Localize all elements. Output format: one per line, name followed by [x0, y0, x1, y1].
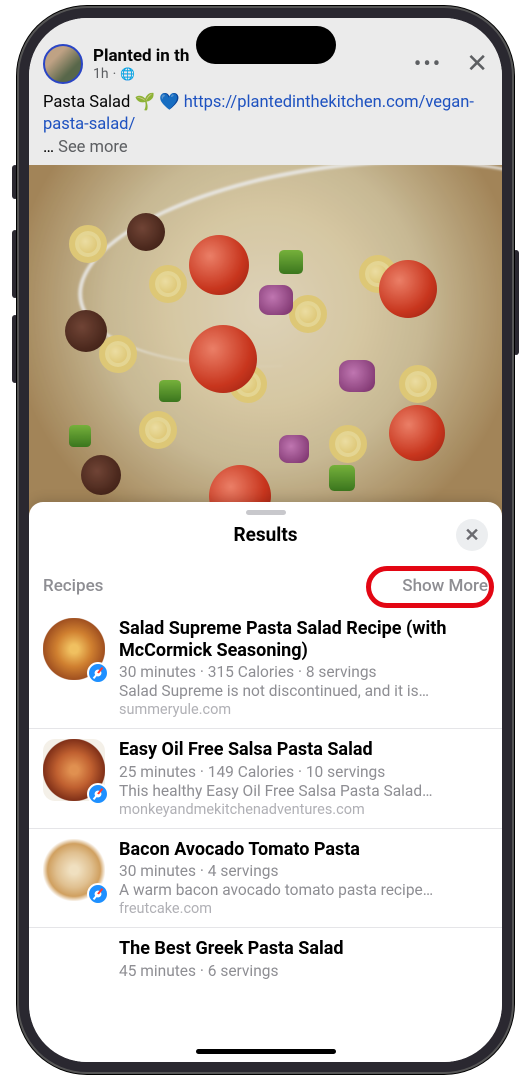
sheet-grabber[interactable] — [246, 510, 286, 515]
privacy-globe-icon: 🌐 — [120, 67, 135, 81]
result-domain: freutcake.com — [119, 900, 488, 917]
result-domain: monkeyandmekitchenadventures.com — [119, 801, 488, 818]
result-title: Bacon Avocado Tomato Pasta — [119, 839, 488, 861]
leaf-emoji: 🌱 — [134, 92, 155, 114]
sheet-close-button[interactable]: ✕ — [456, 519, 488, 551]
close-icon[interactable]: ✕ — [460, 49, 488, 79]
safari-icon — [87, 783, 109, 805]
post-body: Pasta Salad 🌱 💙 https://plantedinthekitc… — [29, 92, 502, 165]
result-item[interactable]: Easy Oil Free Salsa Pasta Salad 25 minut… — [29, 728, 502, 828]
avatar[interactable] — [43, 44, 83, 84]
result-meta: 30 minutes · 4 servings — [119, 862, 488, 880]
result-title: Easy Oil Free Salsa Pasta Salad — [119, 739, 488, 761]
result-title: Salad Supreme Pasta Salad Recipe (with M… — [119, 618, 488, 661]
result-meta: 30 minutes · 315 Calories · 8 servings — [119, 663, 488, 681]
see-more-link[interactable]: See more — [58, 138, 127, 157]
result-desc: A warm bacon avocado tomato pasta recipe… — [119, 881, 488, 899]
heart-emoji: 💙 — [159, 92, 180, 114]
phone-screen: Planted in th 1h · 🌐 ••• ✕ Pasta Salad 🌱… — [29, 18, 502, 1062]
more-options-icon[interactable]: ••• — [406, 52, 450, 77]
result-item[interactable]: Salad Supreme Pasta Salad Recipe (with M… — [29, 608, 502, 728]
post-image[interactable] — [29, 165, 502, 521]
section-label-recipes: Recipes — [43, 576, 103, 596]
post-text: Pasta Salad — [43, 93, 130, 112]
facebook-post: Planted in th 1h · 🌐 ••• ✕ Pasta Salad 🌱… — [29, 18, 502, 538]
show-more-link[interactable]: Show More — [402, 576, 488, 596]
result-meta: 25 minutes · 149 Calories · 10 servings — [119, 763, 488, 781]
results-list: Salad Supreme Pasta Salad Recipe (with M… — [29, 608, 502, 1010]
result-meta: 45 minutes · 6 servings — [119, 962, 488, 980]
result-item[interactable]: Bacon Avocado Tomato Pasta 30 minutes · … — [29, 828, 502, 928]
sheet-title: Results — [43, 523, 488, 546]
result-domain: summeryule.com — [119, 701, 488, 718]
home-indicator[interactable] — [196, 1049, 336, 1054]
phone-frame: Planted in th 1h · 🌐 ••• ✕ Pasta Salad 🌱… — [17, 6, 514, 1074]
safari-icon — [87, 883, 109, 905]
result-item[interactable]: The Best Greek Pasta Salad 45 minutes · … — [29, 927, 502, 1010]
result-desc: This healthy Easy Oil Free Salsa Pasta S… — [119, 782, 488, 800]
safari-icon — [87, 662, 109, 684]
result-title: The Best Greek Pasta Salad — [119, 938, 488, 960]
post-time: 1h — [93, 66, 109, 82]
dynamic-island — [196, 26, 336, 64]
results-sheet: Results ✕ Recipes Show More Salad Suprem… — [29, 502, 502, 1062]
result-desc: Salad Supreme is not discontinued, and i… — [119, 682, 488, 700]
